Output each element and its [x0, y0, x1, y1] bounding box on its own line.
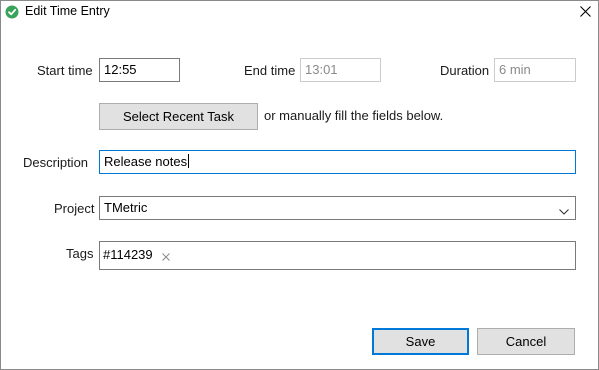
select-recent-task-button[interactable]: Select Recent Task	[99, 103, 258, 130]
end-time-value: 13:01	[305, 62, 338, 77]
tags-label: Tags	[66, 246, 94, 261]
tag-label: #114239	[103, 246, 153, 262]
start-time-field[interactable]: 12:55	[99, 58, 180, 82]
project-label: Project	[54, 201, 95, 216]
manual-fill-hint: or manually fill the fields below.	[264, 108, 444, 123]
close-icon[interactable]	[161, 250, 171, 261]
start-time-value: 12:55	[104, 62, 137, 77]
text-caret	[188, 154, 190, 168]
close-button[interactable]	[571, 1, 599, 23]
project-value: TMetric	[104, 200, 148, 215]
description-input[interactable]: Release notes	[99, 150, 576, 174]
duration-label: Duration	[440, 63, 490, 78]
cancel-button[interactable]: Cancel	[477, 328, 575, 355]
window-title: Edit Time Entry	[25, 4, 110, 18]
end-time-field: 13:01	[300, 58, 381, 82]
description-value: Release notes	[104, 154, 188, 169]
title-bar: Edit Time Entry	[1, 1, 598, 25]
tag-chip: #114239	[103, 245, 171, 263]
save-button[interactable]: Save	[372, 328, 469, 355]
close-icon	[579, 5, 591, 20]
duration-value: 6 min	[499, 62, 531, 77]
tags-input[interactable]: #114239	[99, 241, 576, 270]
end-time-label: End time	[244, 63, 296, 78]
duration-field: 6 min	[494, 58, 576, 82]
chevron-down-icon	[559, 204, 569, 215]
start-time-label: Start time	[37, 63, 93, 78]
tmetric-logo-icon	[5, 5, 19, 19]
edit-time-entry-dialog: Edit Time Entry Start time 12:55 End tim…	[0, 0, 599, 370]
project-dropdown[interactable]: TMetric	[99, 196, 576, 220]
description-label: Description	[23, 155, 89, 170]
